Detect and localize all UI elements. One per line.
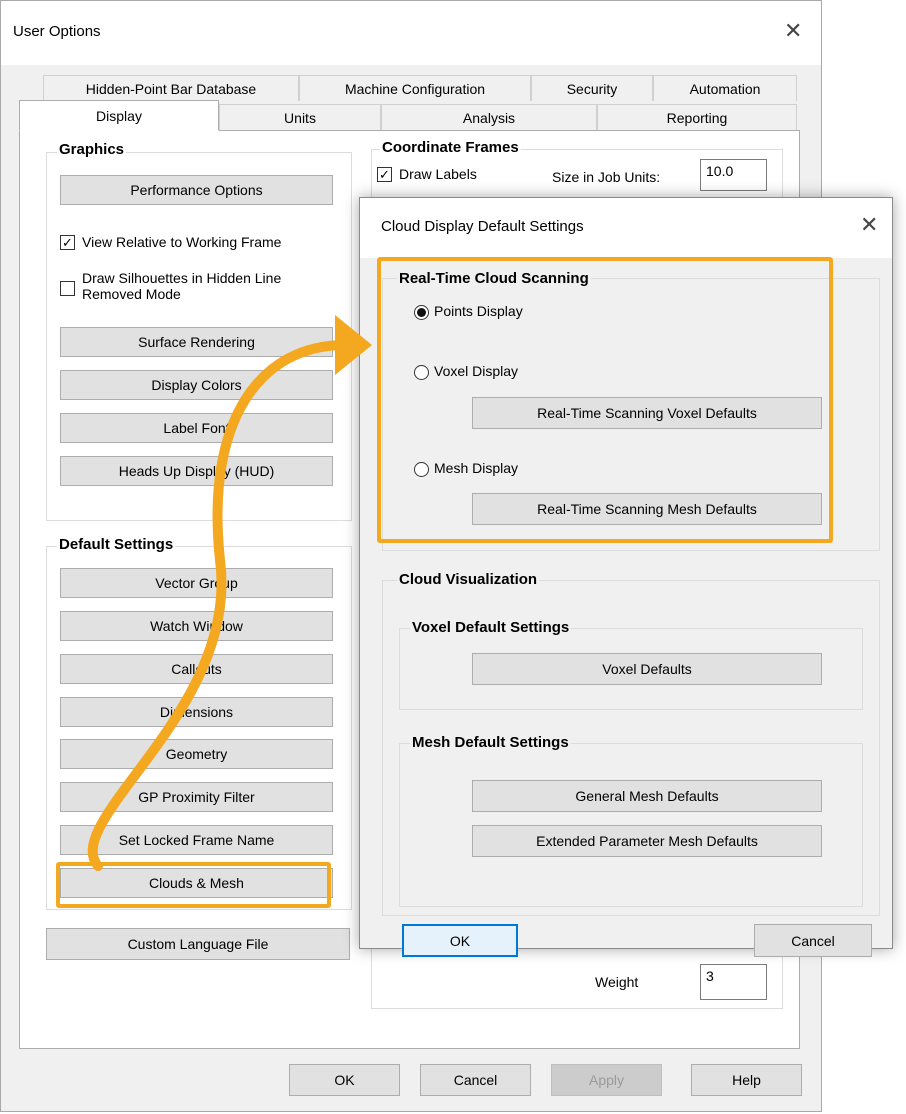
annotation-arrow [87, 315, 372, 871]
arrow-head-icon [335, 315, 372, 375]
arrow-path [87, 340, 350, 871]
